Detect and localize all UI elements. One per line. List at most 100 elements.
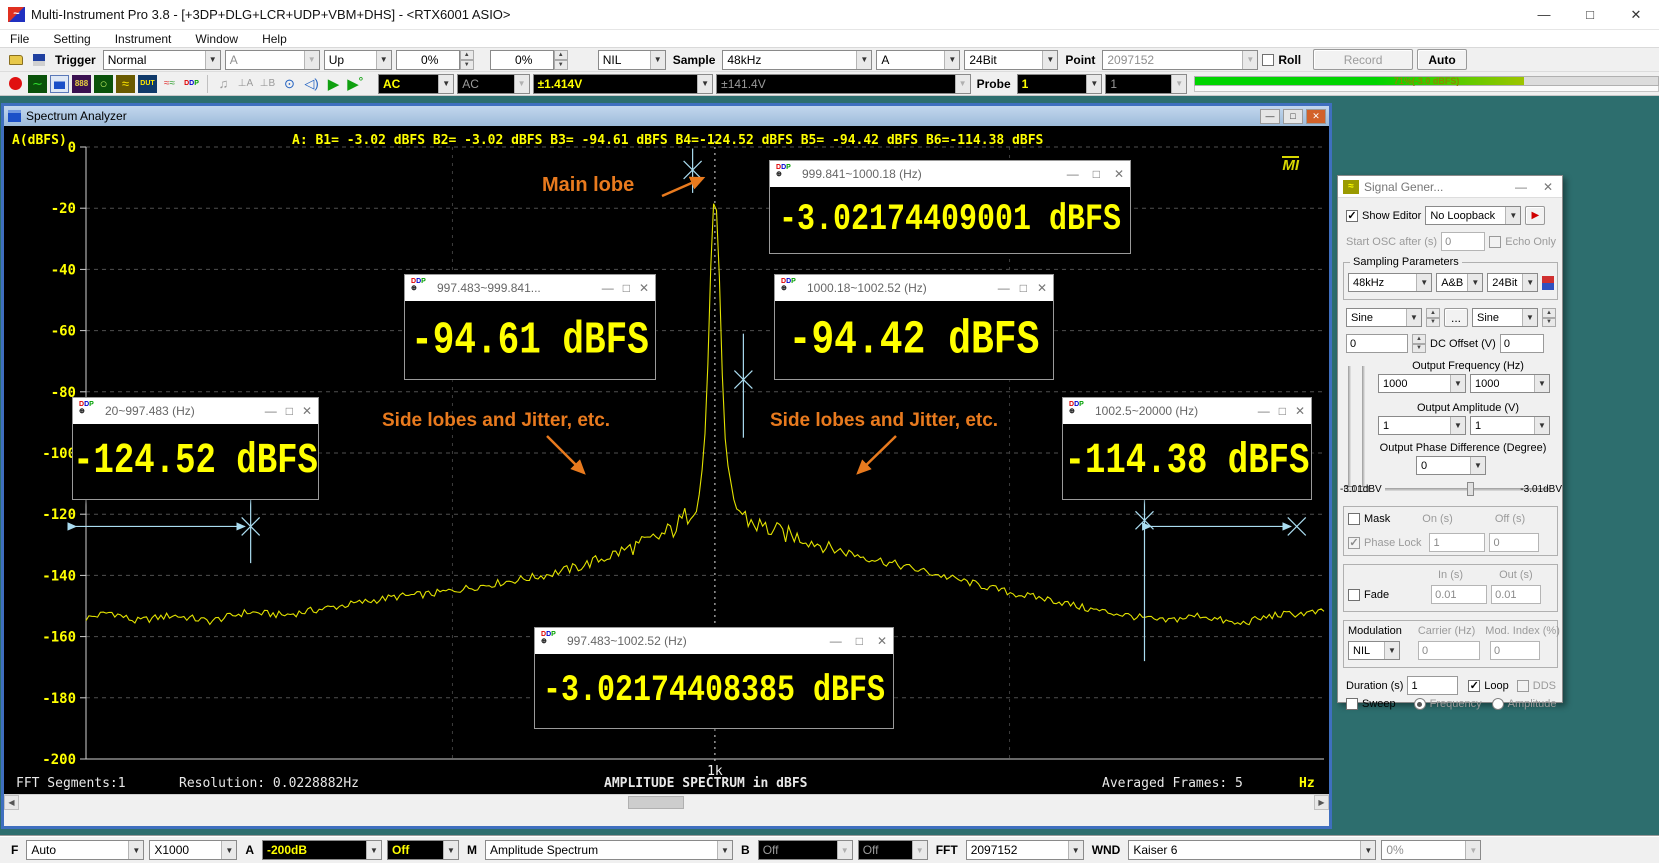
chevron-down-icon[interactable]: ▼ [128, 841, 143, 859]
show-editor-checkbox[interactable] [1346, 210, 1358, 222]
xy-plot-icon[interactable]: ○ [94, 75, 113, 93]
waveform-a-spinner[interactable]: ▲▼ [1426, 308, 1440, 327]
coupling-a-combo[interactable]: AC▼ [378, 74, 454, 94]
auto-button[interactable]: Auto [1417, 49, 1467, 70]
amplitude-slider-a[interactable] [1348, 366, 1351, 490]
trigger-level-spinner[interactable]: ▲▼ [460, 50, 474, 70]
chevron-down-icon[interactable]: ▼ [1467, 274, 1482, 291]
minimize-icon[interactable]: ― [1515, 180, 1527, 194]
ddp-window-low-band[interactable]: DDP⊕ 20~997.483 (Hz) ―□✕ -124.52 dBFS [72, 397, 319, 500]
waveform-b-spinner[interactable]: ▲▼ [1542, 308, 1556, 327]
probe-calibration-icon[interactable]: ⊙ [280, 75, 299, 93]
record-icon[interactable] [6, 75, 25, 93]
chevron-down-icon[interactable]: ▼ [856, 51, 871, 69]
waveform-b-combo[interactable]: Sine▼ [1472, 308, 1538, 327]
minimize-button[interactable]: ― [1260, 109, 1280, 124]
chevron-down-icon[interactable]: ▼ [1360, 841, 1375, 859]
chevron-down-icon[interactable]: ▼ [1406, 309, 1421, 326]
chevron-down-icon[interactable]: ▼ [221, 841, 236, 859]
sweep-frequency-radio[interactable] [1414, 698, 1426, 710]
frequency-a-combo[interactable]: 1000▼ [1378, 374, 1466, 393]
frequency-mode-combo[interactable]: Auto▼ [26, 840, 144, 860]
start-generator-button[interactable]: ▶ [1525, 206, 1545, 225]
chevron-down-icon[interactable]: ▼ [1505, 207, 1520, 224]
frequency-b-combo[interactable]: 1000▼ [1470, 374, 1550, 393]
ddp-window-main-peak[interactable]: DDP⊕ 999.841~1000.18 (Hz) ―□✕ -3.0217440… [769, 160, 1131, 254]
scroll-left-icon[interactable]: ◀ [4, 795, 19, 810]
level-slider[interactable] [1477, 488, 1517, 491]
roll-checkbox[interactable] [1262, 54, 1274, 66]
chevron-down-icon[interactable]: ▼ [1534, 417, 1549, 434]
open-file-icon[interactable] [6, 51, 25, 69]
maximize-button[interactable]: □ [1567, 0, 1613, 29]
oscilloscope-icon[interactable]: ∼ [28, 75, 47, 93]
sweep-checkbox[interactable] [1346, 698, 1358, 710]
range-a-combo[interactable]: ±1.414V▼ [533, 74, 714, 94]
menu-help[interactable]: Help [262, 32, 287, 46]
save-file-icon[interactable] [29, 51, 48, 69]
scroll-right-icon[interactable]: ▶ [1314, 795, 1329, 810]
amplitude-slider-b[interactable] [1362, 366, 1365, 490]
dc-offset-a-input[interactable]: 0 [1346, 334, 1408, 353]
trigger-hpf-combo[interactable]: NIL▼ [598, 50, 666, 70]
menu-window[interactable]: Window [195, 32, 238, 46]
trigger-mode-combo[interactable]: Normal▼ [103, 50, 221, 70]
sample-rate-combo[interactable]: 48kHz▼ [722, 50, 872, 70]
chevron-down-icon[interactable]: ▼ [1522, 274, 1537, 291]
horizontal-scrollbar[interactable]: ◀ ▶ [4, 794, 1329, 809]
chevron-down-icon[interactable]: ▼ [944, 51, 959, 69]
trigger-edge-combo[interactable]: Up▼ [324, 50, 392, 70]
close-button[interactable]: ✕ [1613, 0, 1659, 29]
run-icon[interactable]: ▶ [324, 75, 343, 93]
loopback-combo[interactable]: No Loopback▼ [1425, 206, 1521, 225]
chevron-down-icon[interactable]: ▼ [443, 841, 458, 859]
probe-a-combo[interactable]: 1▼ [1017, 74, 1103, 94]
mask-checkbox[interactable] [1348, 513, 1360, 525]
chevron-down-icon[interactable]: ▼ [717, 841, 732, 859]
menu-file[interactable]: File [10, 32, 29, 46]
duration-input[interactable]: 1 [1407, 676, 1458, 695]
ddp-window-high-band[interactable]: DDP⊕ 1002.5~20000 (Hz) ―□✕ -114.38 dBFS [1062, 397, 1312, 500]
a-range-combo[interactable]: -200dB▼ [262, 840, 382, 860]
sample-bits-combo[interactable]: 24Bit▼ [964, 50, 1058, 70]
save-preset-icon[interactable] [1542, 276, 1554, 290]
chevron-down-icon[interactable]: ▼ [650, 51, 665, 69]
siggen-bits-combo[interactable]: 24Bit▼ [1487, 273, 1538, 292]
phase-difference-combo[interactable]: 0▼ [1416, 456, 1486, 475]
chevron-down-icon[interactable]: ▼ [1450, 417, 1465, 434]
restore-button[interactable]: □ [1283, 109, 1303, 124]
spectrum-3d-plot-icon[interactable]: ≈ [116, 75, 135, 93]
amplitude-b-combo[interactable]: 1▼ [1470, 416, 1550, 435]
spectrum-analyzer-icon[interactable] [50, 75, 69, 93]
ddp-window-left-lobe[interactable]: DDP⊕ 997.483~999.841... ―□✕ -94.61 dBFS [404, 274, 656, 380]
close-button[interactable]: ✕ [1306, 109, 1326, 124]
ddp-viewer-icon[interactable]: DDP [182, 75, 201, 93]
trigger-delay-field[interactable]: 0% ▲▼ [490, 50, 568, 70]
modulation-type-combo[interactable]: NIL▼ [1348, 641, 1400, 660]
x-scale-combo[interactable]: X1000▼ [149, 840, 237, 860]
amplitude-a-combo[interactable]: 1▼ [1378, 416, 1466, 435]
chevron-down-icon[interactable]: ▼ [376, 51, 391, 69]
sample-channel-combo[interactable]: A▼ [876, 50, 960, 70]
signal-generator-titlebar[interactable]: ≈ Signal Gener... ―✕ [1338, 176, 1562, 198]
device-test-plan-icon[interactable]: DUT [138, 75, 157, 93]
level-slider-thumb[interactable] [1467, 482, 1474, 496]
chevron-down-icon[interactable]: ▼ [205, 51, 220, 69]
chevron-down-icon[interactable]: ▼ [366, 841, 381, 859]
chevron-down-icon[interactable]: ▼ [1384, 642, 1399, 659]
fade-checkbox[interactable] [1348, 589, 1360, 601]
chevron-down-icon[interactable]: ▼ [1416, 274, 1431, 291]
run-loop-icon[interactable]: ▶˚ [346, 75, 365, 93]
fft-size-combo[interactable]: 2097152▼ [966, 840, 1084, 860]
window-function-combo[interactable]: Kaiser 6▼ [1128, 840, 1376, 860]
ddp-window-right-lobe[interactable]: DDP⊕ 1000.18~1002.52 (Hz) ―□✕ -94.42 dBF… [774, 274, 1054, 380]
siggen-rate-combo[interactable]: 48kHz▼ [1348, 273, 1432, 292]
chevron-down-icon[interactable]: ▼ [1522, 309, 1537, 326]
display-mode-combo[interactable]: Amplitude Spectrum▼ [485, 840, 733, 860]
siggen-channels-combo[interactable]: A&B▼ [1436, 273, 1483, 292]
chevron-down-icon[interactable]: ▼ [1042, 51, 1057, 69]
dc-offset-spinner[interactable]: ▲▼ [1412, 334, 1426, 353]
spectrum-window-titlebar[interactable]: Spectrum Analyzer ― □ ✕ [4, 106, 1329, 126]
chevron-down-icon[interactable]: ▼ [1534, 375, 1549, 392]
loop-checkbox[interactable] [1468, 680, 1480, 692]
